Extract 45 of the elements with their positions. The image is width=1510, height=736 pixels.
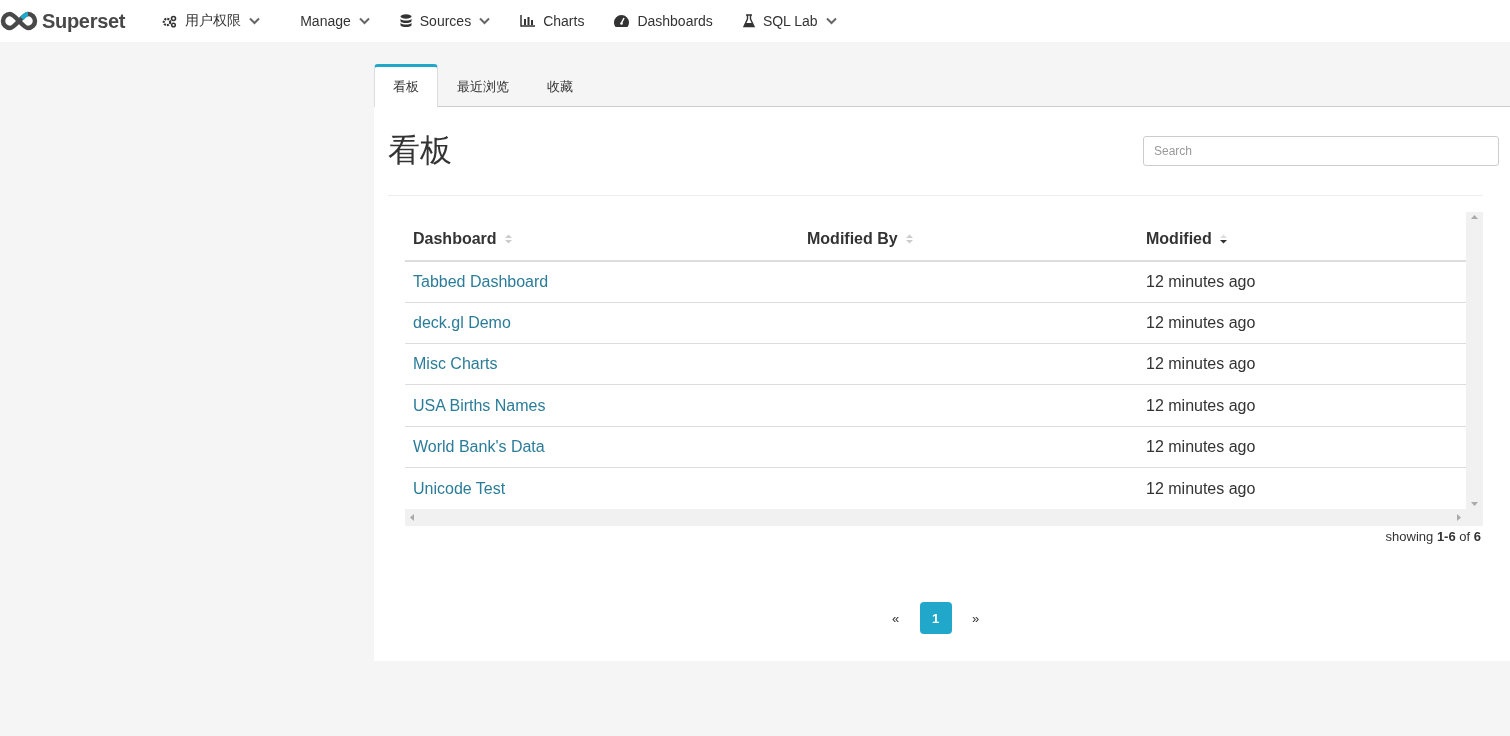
column-header[interactable]: Modified <box>1146 230 1212 248</box>
nav-menu-item[interactable]: Dashboards <box>599 13 728 29</box>
nav-menu-item[interactable]: Charts <box>505 13 600 29</box>
search-field[interactable]: Search <box>1143 136 1499 166</box>
dashboard-link[interactable]: World Bank's Data <box>413 437 545 455</box>
column-header[interactable]: Dashboard <box>413 230 497 248</box>
infinity-logo-icon <box>0 11 38 31</box>
nav-menu-item[interactable]: Sources <box>384 13 506 29</box>
horizontal-scrollbar[interactable] <box>405 509 1483 526</box>
table-cell: 12 minutes ago <box>1146 355 1256 373</box>
sort-icon[interactable] <box>905 234 913 244</box>
nav-menu-item[interactable]: SQL Lab <box>727 13 852 29</box>
table-cell: 12 minutes ago <box>1146 272 1256 290</box>
nav-menu-item[interactable]: 用户权限 <box>147 12 276 30</box>
table-cell: 12 minutes ago <box>1146 396 1256 414</box>
sort-icon[interactable] <box>504 234 512 244</box>
results-count: showing 1-6 of 6 <box>1385 529 1481 544</box>
tab[interactable]: 看板 <box>374 64 438 107</box>
tab[interactable]: 收藏 <box>528 64 592 107</box>
dashboard-link[interactable]: Misc Charts <box>413 355 498 373</box>
table-cell: 12 minutes ago <box>1146 479 1256 497</box>
dashboard-link[interactable]: USA Births Names <box>413 396 546 414</box>
dashboard-gauge-icon <box>614 15 630 27</box>
table-cell: 12 minutes ago <box>1146 314 1256 331</box>
tab[interactable]: 最近浏览 <box>438 64 528 107</box>
pagination-button[interactable]: » <box>959 602 992 634</box>
scroll-down-arrow-icon[interactable] <box>1471 502 1478 506</box>
column-header[interactable]: Modified By <box>807 230 898 248</box>
gears-icon <box>162 14 178 28</box>
dashboard-link[interactable]: Unicode Test <box>413 479 506 497</box>
scroll-up-arrow-icon[interactable] <box>1471 215 1478 219</box>
flask-icon <box>742 14 755 28</box>
pagination-button[interactable]: « <box>879 602 912 634</box>
bar-chart-icon <box>520 15 536 27</box>
vertical-scrollbar[interactable] <box>1466 212 1483 509</box>
page-title: 看板 <box>388 131 452 170</box>
sort-descending-icon[interactable] <box>1219 234 1227 244</box>
database-icon <box>399 14 412 28</box>
dashboard-link[interactable]: deck.gl Demo <box>413 314 511 331</box>
brand-name: Superset <box>42 9 126 33</box>
table-cell: 12 minutes ago <box>1146 437 1256 455</box>
nav-menu-item[interactable]: Manage <box>285 13 385 29</box>
dashboard-link[interactable]: Tabbed Dashboard <box>413 272 549 290</box>
scroll-left-arrow-icon[interactable] <box>410 514 414 521</box>
scroll-right-arrow-icon[interactable] <box>1457 514 1461 521</box>
